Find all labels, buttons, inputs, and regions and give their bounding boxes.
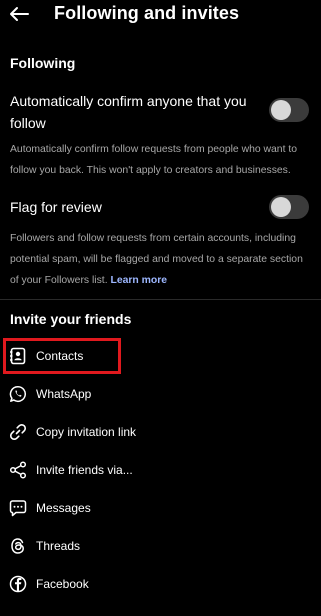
facebook-icon bbox=[8, 574, 28, 594]
contacts-highlight-box bbox=[3, 338, 121, 374]
invite-item-label: WhatsApp bbox=[36, 387, 92, 401]
link-icon bbox=[8, 422, 28, 442]
invite-share-item[interactable]: Invite friends via... bbox=[8, 456, 308, 484]
learn-more-link[interactable]: Learn more bbox=[110, 275, 167, 286]
auto-confirm-title: Automatically confirm anyone that you fo… bbox=[10, 93, 247, 131]
whatsapp-icon bbox=[8, 384, 28, 404]
invite-item-label: Copy invitation link bbox=[36, 425, 137, 439]
auto-confirm-toggle[interactable] bbox=[269, 98, 309, 122]
page-title: Following and invites bbox=[54, 3, 240, 23]
toggle-knob bbox=[271, 100, 291, 120]
header: Following and invites bbox=[0, 0, 321, 30]
section-divider bbox=[0, 299, 321, 300]
invite-item-label: Invite friends via... bbox=[36, 463, 133, 477]
invite-messages-item[interactable]: Messages bbox=[8, 494, 308, 522]
auto-confirm-description: Automatically confirm follow requests fr… bbox=[10, 144, 298, 176]
back-arrow-icon bbox=[10, 7, 29, 21]
invite-item-label: Facebook bbox=[36, 577, 89, 591]
invite-whatsapp-item[interactable]: WhatsApp bbox=[8, 380, 308, 408]
invite-section-title: Invite your friends bbox=[10, 311, 132, 327]
following-section-title: Following bbox=[10, 55, 76, 71]
messages-icon bbox=[8, 498, 28, 518]
invite-copy-link-item[interactable]: Copy invitation link bbox=[8, 418, 308, 446]
flag-review-toggle[interactable] bbox=[269, 195, 309, 219]
flag-review-description: Followers and follow requests from certa… bbox=[10, 228, 310, 291]
threads-icon bbox=[8, 536, 28, 556]
share-icon bbox=[8, 460, 28, 480]
flag-review-title: Flag for review bbox=[10, 199, 102, 215]
back-button[interactable] bbox=[6, 2, 32, 26]
invite-item-label: Threads bbox=[36, 539, 81, 553]
invite-item-label: Messages bbox=[36, 501, 91, 515]
toggle-knob bbox=[271, 197, 291, 217]
invite-facebook-item[interactable]: Facebook bbox=[8, 570, 308, 598]
invite-threads-item[interactable]: Threads bbox=[8, 532, 308, 560]
